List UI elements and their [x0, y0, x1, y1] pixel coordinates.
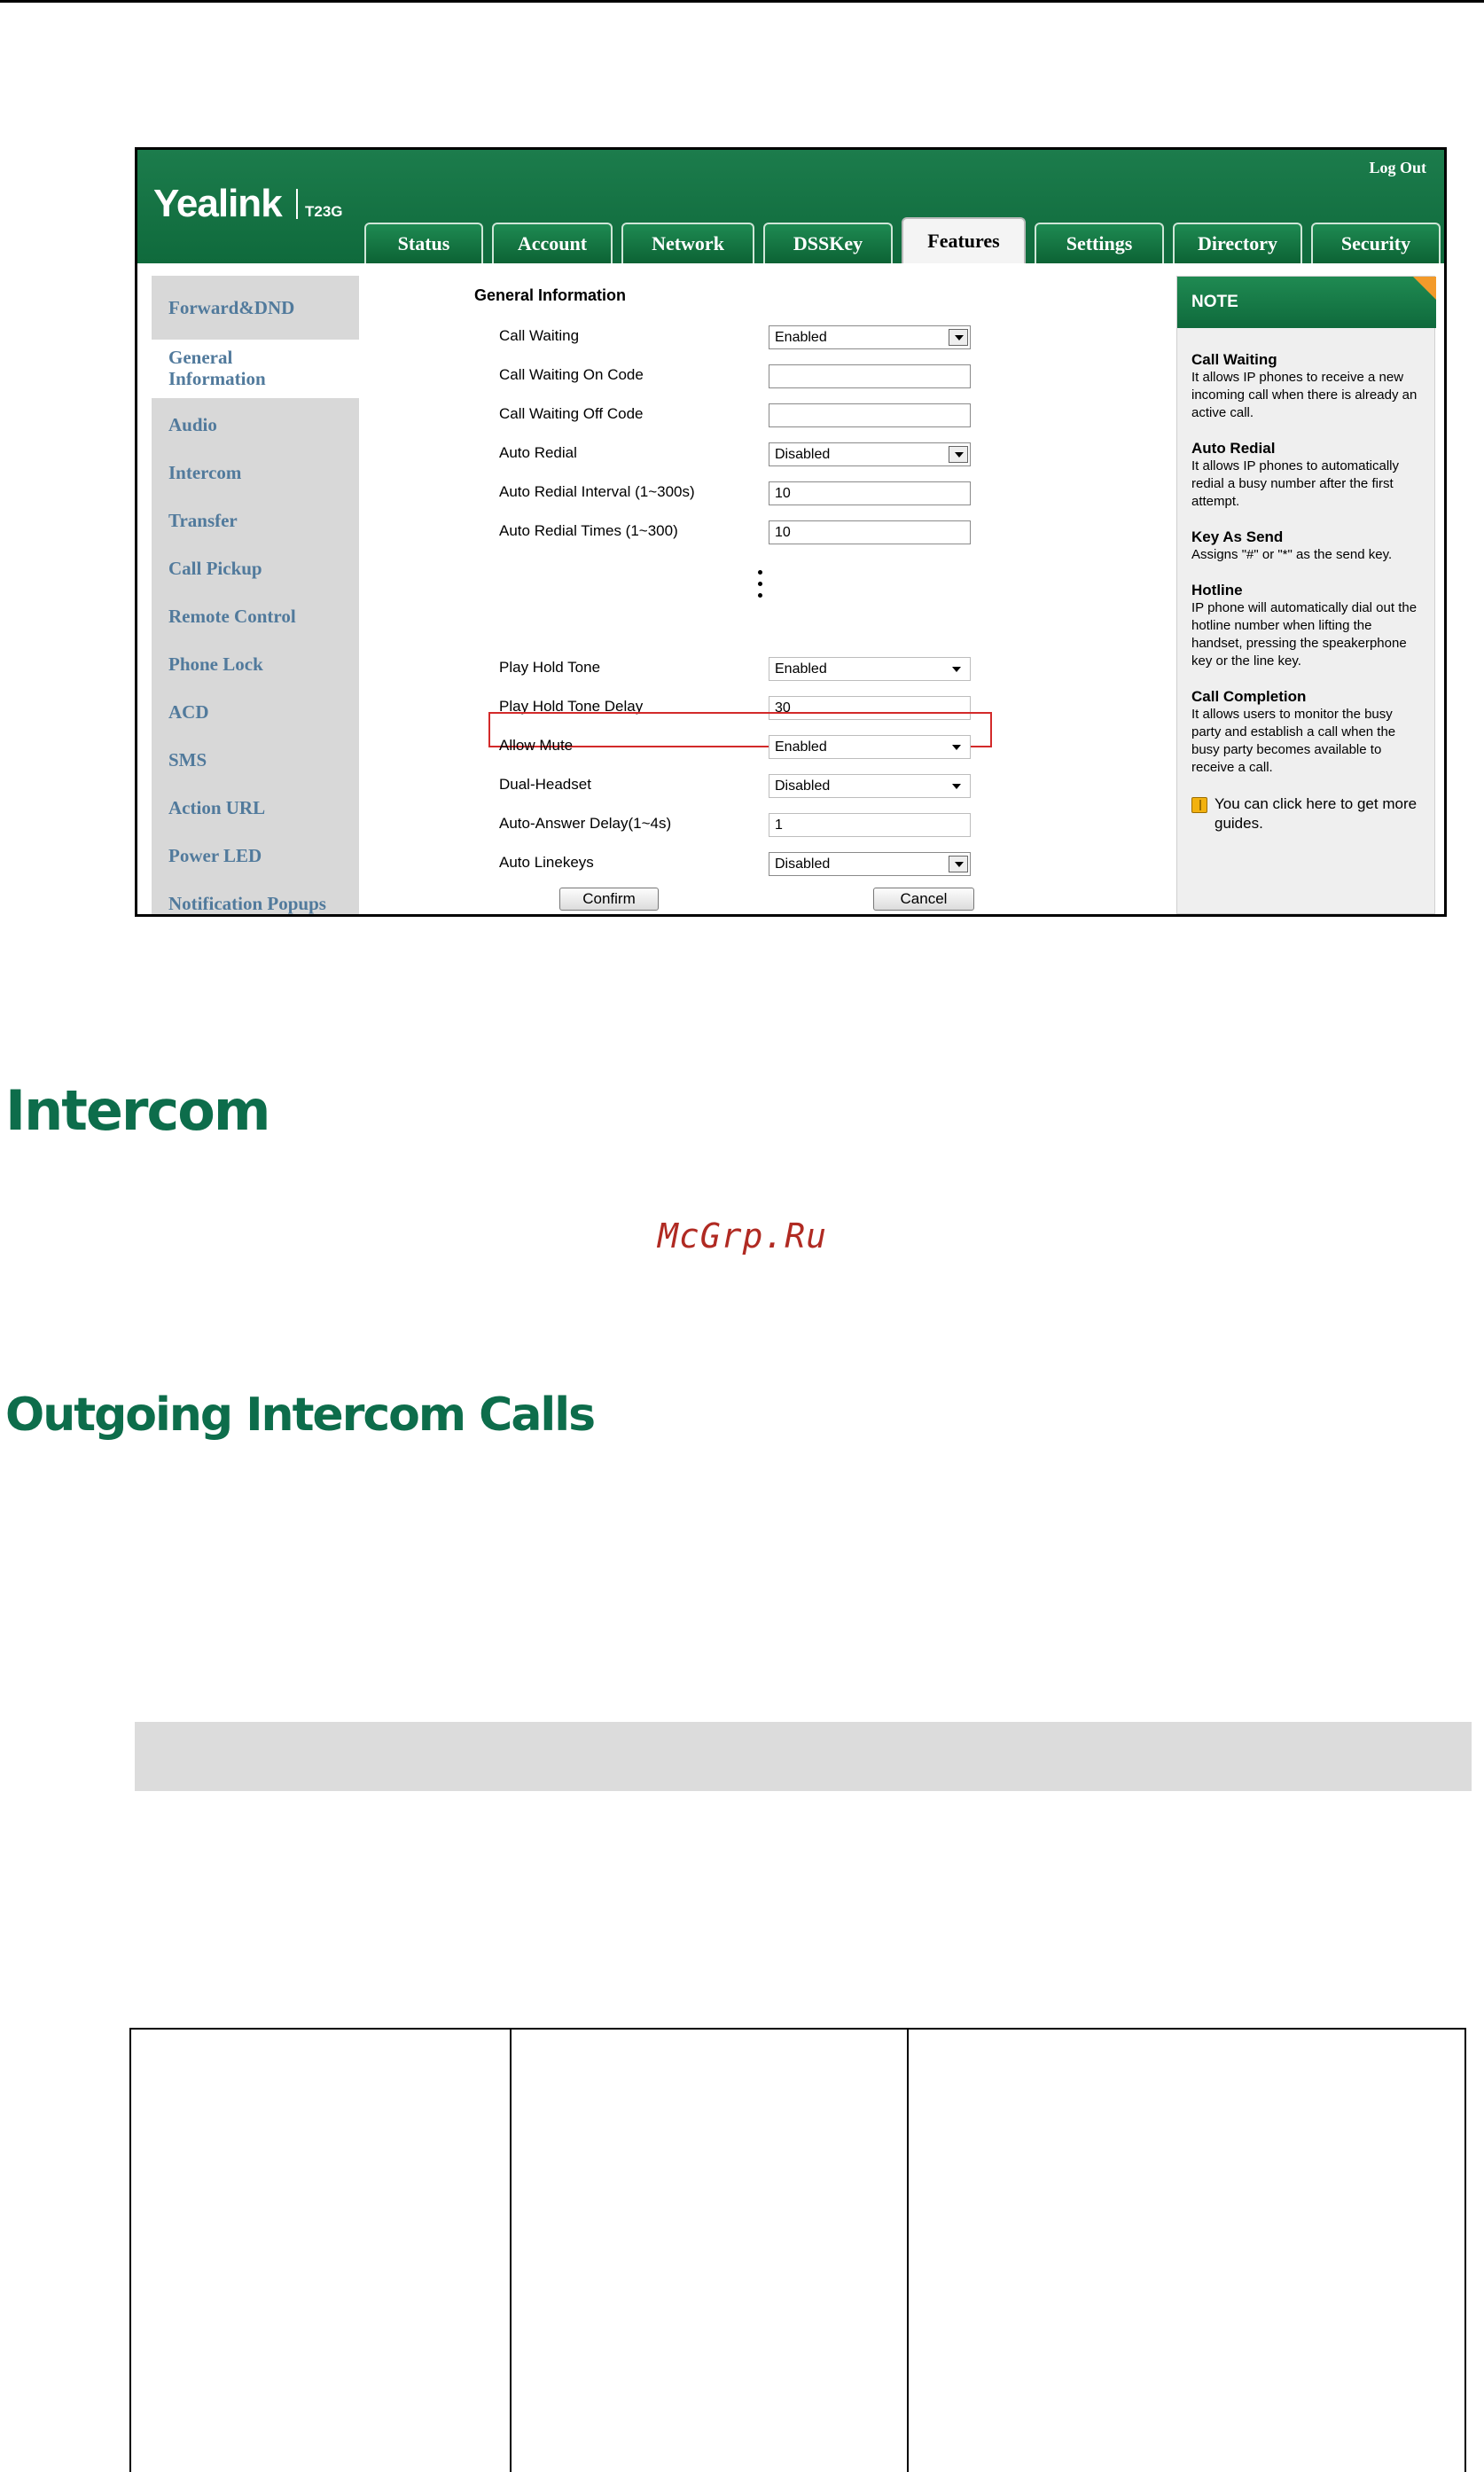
section-title: General Information [474, 286, 627, 304]
label-call-waiting: Call Waiting [499, 327, 580, 344]
watermark: McGrp.Ru [658, 1216, 828, 1256]
header-bar: Yealink T23G Log Out Status Account Netw… [137, 150, 1444, 263]
ellipsis-vertical-icon [758, 570, 765, 605]
note-entry-title: Call Completion [1191, 688, 1307, 705]
heading-intercom: Intercom [5, 1078, 270, 1143]
label-play-hold-tone: Play Hold Tone [499, 659, 601, 676]
dropdown-arrow-icon [949, 856, 968, 872]
label-dual-headset: Dual-Headset [499, 776, 591, 793]
sidebar-item-general-line2[interactable]: Information [168, 368, 266, 389]
label-auto-answer-delay: Auto-Answer Delay(1~4s) [499, 815, 672, 832]
heading-outgoing-intercom-calls: Outgoing Intercom Calls [5, 1389, 596, 1442]
input-call-waiting-off-code[interactable] [769, 403, 971, 427]
sidebar-item-remote-control[interactable]: Remote Control [168, 606, 296, 627]
note-entry-title: Key As Send [1191, 528, 1284, 545]
tab-dsskey[interactable]: DSSKey [763, 223, 893, 263]
label-call-waiting-off-code: Call Waiting Off Code [499, 405, 644, 422]
note-entry-title: Call Waiting [1191, 351, 1277, 368]
sidebar-item-power-led[interactable]: Power LED [168, 845, 262, 866]
sidebar-item-general-line1[interactable]: General [168, 347, 232, 368]
note-header: NOTE [1177, 277, 1436, 328]
dropdown-arrow-icon [949, 446, 968, 463]
tab-status[interactable]: Status [364, 223, 483, 263]
note-entry-text: Assigns "#" or "*" as the send key. [1191, 547, 1393, 562]
label-call-waiting-on-code: Call Waiting On Code [499, 366, 644, 383]
select-value: Enabled [775, 739, 827, 755]
table-column-divider [907, 2030, 909, 2472]
select-value: Enabled [775, 661, 827, 677]
select-value: Disabled [775, 447, 831, 462]
tab-security[interactable]: Security [1311, 223, 1441, 263]
select-value: Disabled [775, 778, 831, 794]
guide-link[interactable]: You can click here to get more guides. [1191, 794, 1425, 833]
label-allow-mute: Allow Mute [499, 737, 574, 754]
sidebar-item-transfer[interactable]: Transfer [168, 510, 238, 531]
tab-settings[interactable]: Settings [1035, 223, 1164, 263]
input-value: 1 [775, 817, 783, 833]
input-auto-redial-times[interactable]: 10 [769, 520, 971, 544]
sidebar-item-action-url[interactable]: Action URL [168, 797, 265, 818]
select-auto-linekeys[interactable]: Disabled [769, 852, 971, 876]
dropdown-arrow-icon [952, 667, 961, 672]
model-label: T23G [305, 203, 343, 220]
sidebar-item-sms[interactable]: SMS [168, 749, 207, 771]
note-entry-text: IP phone will automatically dial out the… [1191, 600, 1418, 669]
select-call-waiting[interactable]: Enabled [769, 325, 971, 349]
dropdown-arrow-icon [952, 745, 961, 750]
note-title: NOTE [1191, 293, 1238, 311]
note-entry-text: It allows IP phones to receive a new inc… [1191, 370, 1418, 420]
select-value: Disabled [775, 857, 831, 872]
input-auto-redial-interval[interactable]: 10 [769, 481, 971, 505]
book-icon [1191, 797, 1207, 813]
logout-link[interactable]: Log Out [1369, 159, 1426, 177]
select-auto-redial[interactable]: Disabled [769, 442, 971, 466]
sidebar-item-notification-popups[interactable]: Notification Popups [168, 893, 326, 914]
tab-network[interactable]: Network [621, 223, 754, 263]
label-auto-redial-interval: Auto Redial Interval (1~300s) [499, 483, 695, 500]
note-entry-text: It allows IP phones to automatically red… [1191, 458, 1400, 509]
select-dual-headset[interactable]: Disabled [769, 774, 971, 798]
sidebar-item-audio[interactable]: Audio [168, 414, 217, 435]
page-top-rule [0, 0, 1484, 3]
input-value: 10 [775, 486, 791, 501]
select-value: Enabled [775, 330, 827, 345]
sidebar-item-phone-lock[interactable]: Phone Lock [168, 653, 263, 675]
input-auto-answer-delay[interactable]: 1 [769, 813, 971, 837]
brand-logo: Yealink [153, 182, 283, 225]
note-entry-text: It allows users to monitor the busy part… [1191, 707, 1396, 775]
select-play-hold-tone[interactable]: Enabled [769, 657, 971, 681]
note-body: Call Waiting It allows IP phones to rece… [1191, 351, 1425, 833]
note-entry-title: Auto Redial [1191, 440, 1276, 457]
logo-divider [296, 189, 298, 219]
dropdown-arrow-icon [949, 329, 968, 346]
label-auto-redial-times: Auto Redial Times (1~300) [499, 522, 678, 539]
web-ui-screenshot: Yealink T23G Log Out Status Account Netw… [135, 147, 1447, 917]
tab-account[interactable]: Account [492, 223, 613, 263]
sidebar-item-forward-dnd[interactable]: Forward&DND [168, 297, 294, 318]
note-corner-icon [1413, 277, 1436, 300]
parameter-table [129, 2028, 1466, 2472]
dropdown-arrow-icon [952, 784, 961, 789]
sidebar-item-intercom[interactable]: Intercom [168, 462, 241, 483]
sidebar-item-call-pickup[interactable]: Call Pickup [168, 558, 262, 579]
sidebar-item-acd[interactable]: ACD [168, 701, 209, 723]
cancel-button[interactable]: Cancel [873, 888, 974, 911]
tab-features[interactable]: Features [902, 217, 1026, 263]
table-column-divider [510, 2030, 512, 2472]
note-entry-title: Hotline [1191, 582, 1243, 598]
label-auto-linekeys: Auto Linekeys [499, 854, 594, 871]
input-value: 10 [775, 525, 791, 540]
tab-directory[interactable]: Directory [1173, 223, 1302, 263]
guide-link-text: You can click here to get more guides. [1215, 795, 1418, 832]
confirm-button[interactable]: Confirm [559, 888, 659, 911]
select-allow-mute[interactable]: Enabled [769, 735, 971, 759]
input-call-waiting-on-code[interactable] [769, 364, 971, 388]
note-band [135, 1722, 1472, 1791]
label-auto-redial: Auto Redial [499, 444, 577, 461]
note-panel: NOTE Call Waiting It allows IP phones to… [1176, 276, 1436, 914]
